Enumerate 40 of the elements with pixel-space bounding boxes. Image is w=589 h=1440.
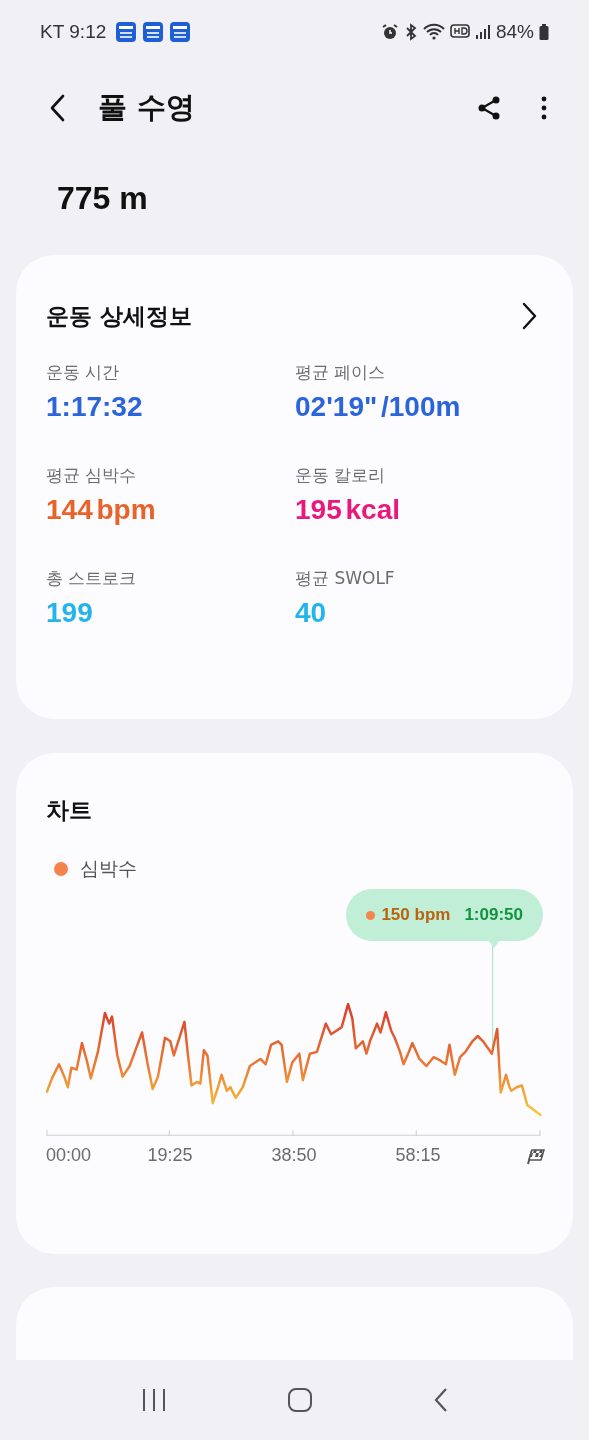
- axis-label: 00:00: [46, 1145, 92, 1166]
- stat-label: 평균 SWOLF: [295, 567, 396, 590]
- stat-label: 운동 칼로리: [295, 464, 387, 487]
- alarm-icon: [380, 23, 399, 41]
- stat-value: 144 bpm: [46, 493, 157, 527]
- stat-label: 평균 심박수: [46, 464, 138, 487]
- more-icon: [539, 94, 549, 122]
- stat-value: 1:17:32: [46, 390, 144, 424]
- axis-label: 19:25: [147, 1145, 193, 1166]
- hd-icon: [449, 23, 470, 41]
- card-title: 차트: [46, 796, 93, 825]
- bank-app-icon: [115, 21, 138, 43]
- finish-flag-icon: [526, 1147, 546, 1165]
- distance-value: 775 m: [57, 179, 149, 218]
- bank-app-icon: [142, 21, 165, 43]
- wifi-icon: [422, 23, 445, 41]
- battery-icon: [539, 23, 549, 41]
- chevron-icon: [521, 302, 537, 330]
- axis-label: 58:15: [395, 1145, 441, 1166]
- carrier-name: KT: [40, 21, 65, 43]
- clock: 9:12: [69, 21, 107, 43]
- stat-value: 199: [46, 596, 94, 630]
- bluetooth-icon: [403, 23, 418, 41]
- stat-value: 02'19" /100m: [295, 390, 462, 424]
- stat-value: 195 kcal: [295, 493, 401, 527]
- stat-value: 40: [295, 596, 328, 630]
- page-title: 풀 수영: [98, 89, 197, 126]
- bank-app-icon: [169, 21, 192, 43]
- tooltip-time: 1:09:50: [464, 905, 523, 925]
- card-title: 운동 상세정보: [46, 302, 192, 331]
- legend-label: 심박수: [80, 856, 137, 881]
- axis-label: 38:50: [271, 1145, 317, 1166]
- tooltip-dot: [366, 910, 376, 920]
- stat-label: 운동 시간: [46, 361, 121, 384]
- stat-label: 총 스트로크: [46, 567, 138, 590]
- home-icon: [286, 1387, 313, 1413]
- stat-label: 평균 페이스: [295, 361, 387, 384]
- signal-icon: [474, 23, 491, 41]
- tooltip-value: 150 bpm: [381, 905, 451, 925]
- battery-percent: 84%: [495, 21, 534, 43]
